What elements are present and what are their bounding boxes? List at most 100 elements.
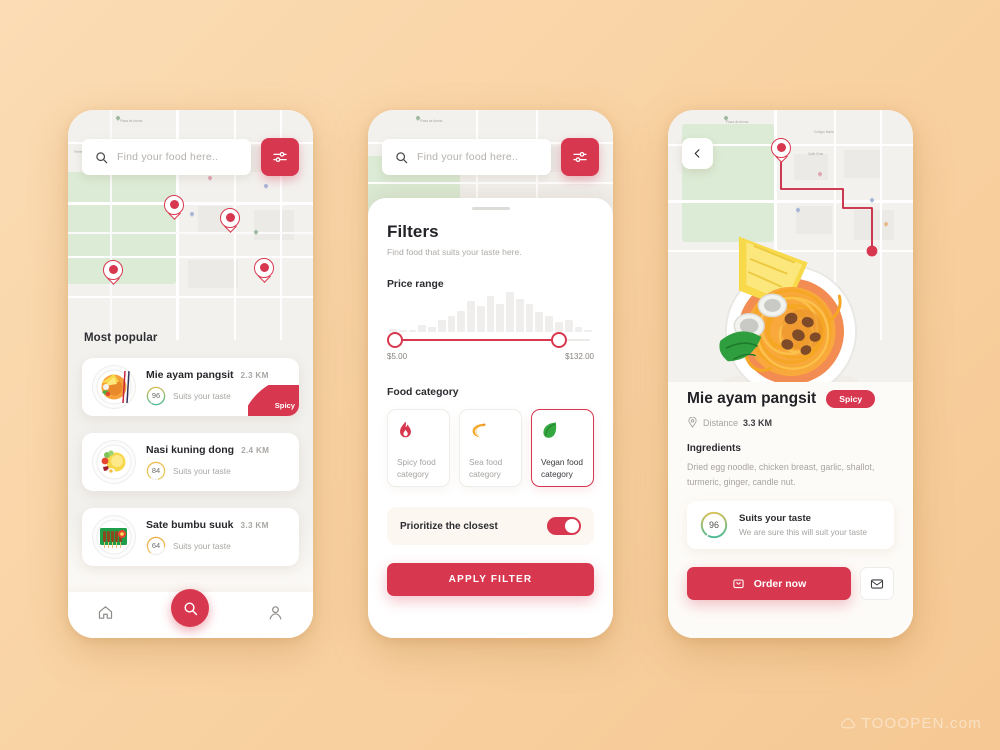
sliders-icon [573, 151, 587, 163]
category-option-label: Spicy food category [397, 457, 436, 480]
list-item[interactable]: Sate bumbu suuk 3.3 KM 64 Suits your tas… [82, 508, 299, 566]
slider-knob-min[interactable] [387, 332, 403, 348]
filter-button[interactable] [261, 138, 299, 176]
taste-text: Suits your taste We are sure this will s… [739, 513, 867, 537]
map-road [668, 200, 913, 203]
filters-sheet: Filters Find food that suits your taste … [368, 198, 613, 638]
flame-icon [400, 421, 411, 438]
list-item[interactable]: Nasi kuning dong 2.4 KM 84 Suits your ta… [82, 433, 299, 491]
food-thumbnail [92, 515, 136, 559]
slider-fill [393, 339, 559, 342]
slider-knob-max[interactable] [551, 332, 567, 348]
map-poi-icon [189, 211, 195, 217]
score-ring: 96 [700, 511, 728, 539]
histogram-bar [457, 310, 466, 332]
search-input[interactable]: Find your food here.. [382, 139, 551, 175]
category-option-seafood[interactable]: Sea food category [459, 409, 522, 487]
histogram-bar [545, 316, 554, 332]
nav-item-search[interactable] [171, 589, 210, 627]
map-block [794, 154, 828, 180]
bottom-navigation [68, 589, 313, 638]
home-icon [98, 606, 112, 619]
list-item[interactable]: Mie ayam pangsit 2.3 KM 96 Suits your ta… [82, 358, 299, 416]
search-input[interactable]: Find your food here.. [82, 139, 251, 175]
search-icon [96, 151, 108, 163]
score-value: 96 [151, 391, 161, 400]
search-placeholder: Find your food here.. [417, 151, 519, 163]
score-ring: 84 [146, 461, 166, 481]
list-item-distance: 3.3 KM [240, 520, 269, 530]
detail-header: Mie ayam pangsit Spicy [687, 390, 894, 408]
sheet-grabber[interactable] [471, 207, 510, 210]
list-item-subtitle: Suits your taste [173, 540, 231, 551]
chevron-left-icon [694, 149, 700, 158]
distance-label: Distance [703, 417, 739, 428]
category-option-vegan[interactable]: Vegan food category [531, 409, 594, 487]
nav-item-home[interactable] [97, 604, 114, 626]
filter-button[interactable] [561, 138, 599, 176]
food-thumbnail [92, 440, 136, 484]
map-label: Calle Grau [808, 152, 824, 156]
map-pin[interactable] [220, 208, 240, 234]
category-option-label: Vegan food category [541, 457, 583, 480]
map-pin-origin[interactable] [771, 138, 791, 164]
list-item-title: Sate bumbu suuk [146, 518, 234, 531]
map-pin[interactable] [254, 258, 274, 284]
bag-icon [733, 579, 744, 589]
score-value: 96 [708, 520, 719, 530]
food-category-label: Food category [387, 387, 459, 398]
histogram-bar [476, 306, 485, 332]
food-thumbnail [92, 365, 136, 409]
score-ring: 64 [146, 536, 166, 556]
ingredients-label: Ingredients [687, 443, 741, 454]
phone-detail-screen: Plaza de Armas Colegio Maria Calle Grau [668, 110, 913, 638]
price-max-label: $132.00 [565, 352, 594, 361]
map-label: Plaza de Armas [120, 119, 143, 123]
food-category-options: Spicy food category Sea food category Ve… [387, 409, 594, 487]
list-item-subtitle: Suits your taste [173, 465, 231, 476]
envelope-icon [870, 578, 884, 589]
histogram-bar [515, 298, 524, 332]
list-item-distance: 2.3 KM [240, 370, 269, 380]
price-min-label: $5.00 [387, 352, 408, 361]
map-block [254, 210, 294, 240]
map-pin[interactable] [103, 260, 123, 286]
histogram-bar [506, 292, 514, 332]
search-placeholder: Find your food here.. [117, 151, 219, 163]
prioritize-closest-label: Prioritize the closest [400, 520, 498, 532]
search-row: Find your food here.. [82, 138, 299, 176]
category-option-spicy[interactable]: Spicy food category [387, 409, 450, 487]
shrimp-icon [472, 423, 486, 438]
status-badge-label: Spicy [274, 401, 295, 410]
map-road [368, 182, 613, 185]
order-now-button[interactable]: Order now [687, 567, 851, 600]
satay-plate-icon [96, 519, 132, 555]
list-item-subtitle: Suits your taste [173, 390, 231, 401]
nav-item-profile[interactable] [267, 604, 284, 626]
cloud-logo-icon [840, 718, 855, 729]
map-road [68, 256, 313, 259]
order-now-label: Order now [753, 577, 807, 590]
apply-filter-button[interactable]: APPLY FILTER [387, 563, 594, 596]
back-button[interactable] [682, 138, 713, 169]
prioritize-closest-toggle[interactable] [547, 517, 581, 535]
sliders-icon [273, 151, 287, 163]
leaf-icon [543, 422, 557, 438]
map-block [844, 150, 882, 178]
price-range-slider[interactable] [387, 331, 594, 349]
map-pin[interactable] [164, 195, 184, 221]
phone-filters-screen: Plaza de Armas Find your food here.. Fil… [368, 110, 613, 638]
person-icon [269, 606, 282, 620]
price-labels: $5.00 $132.00 [387, 352, 594, 361]
message-button[interactable] [860, 567, 894, 600]
distance-value: 3.3 KM [743, 417, 773, 428]
category-option-label: Sea food category [469, 457, 503, 480]
taste-subtitle: We are sure this will suit your taste [739, 527, 868, 537]
noodle-bowl-illustration [719, 236, 858, 398]
page-title: Filters [387, 222, 439, 241]
prioritize-closest-row: Prioritize the closest [387, 507, 594, 545]
score-ring: 96 [146, 386, 166, 406]
map-label: Plaza de Armas [726, 120, 749, 124]
page-subtitle: Find food that suits your taste here. [387, 247, 522, 257]
map-road [68, 232, 313, 234]
